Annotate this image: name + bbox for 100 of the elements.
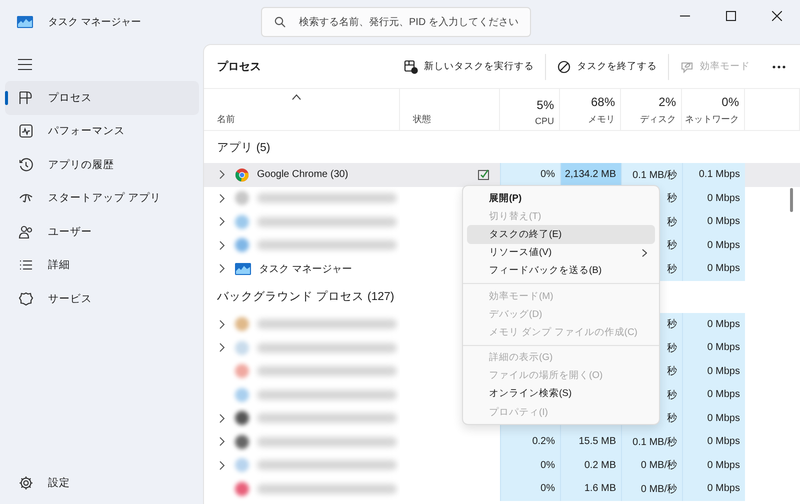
- column-total: 0%: [722, 95, 739, 109]
- sidebar-item[interactable]: パフォーマンス: [5, 114, 199, 148]
- process-name: Google Chrome (30): [257, 169, 348, 180]
- expand-chevron-icon[interactable]: [219, 320, 225, 329]
- column-label: ディスク: [640, 113, 676, 126]
- memory-value: 2,134.2 MB: [564, 169, 616, 180]
- column-label: 名前: [217, 113, 235, 126]
- network-value: 0 Mbps: [707, 483, 740, 494]
- expand-chevron-icon[interactable]: [219, 414, 225, 423]
- menu-item[interactable]: フィードバックを送る(B): [467, 262, 655, 280]
- disk-value: 0 MB/秒: [640, 458, 677, 472]
- search-field[interactable]: 検索する名前、発行元、PID を入力してください: [261, 7, 531, 37]
- disk-value: 秒: [667, 192, 677, 206]
- menu-item[interactable]: オンライン検索(S): [467, 384, 655, 404]
- sidebar-item[interactable]: サービス: [5, 282, 199, 316]
- disk-value: 秒: [667, 216, 677, 229]
- browser-icon: [235, 168, 249, 182]
- more-icon: [772, 64, 786, 68]
- network-value: 0 Mbps: [707, 192, 740, 204]
- menu-item[interactable]: タスクの終了(E): [467, 225, 655, 244]
- disk-value: 秒: [667, 412, 677, 426]
- group-header: アプリ (5): [216, 140, 270, 154]
- column-header[interactable]: 0% ネットワーク: [682, 89, 745, 130]
- new-task-icon: [404, 60, 418, 74]
- network-value: 0 Mbps: [707, 318, 740, 330]
- group-header: バックグラウンド プロセス (127): [216, 289, 394, 304]
- column-total: 68%: [590, 95, 615, 109]
- column-total: 5%: [536, 98, 554, 112]
- network-value: 0 Mbps: [707, 460, 740, 471]
- expand-chevron-icon[interactable]: [219, 194, 225, 203]
- sidebar-item[interactable]: スタートアップ アプリ: [5, 182, 199, 215]
- column-label: ネットワーク: [685, 113, 739, 126]
- disk-value: 秒: [667, 238, 677, 252]
- cpu-value: 0%: [540, 460, 555, 471]
- disk-value: 秒: [667, 388, 677, 402]
- network-value: 0.1 Mbps: [698, 169, 740, 180]
- disk-value: 0 MB/秒: [640, 482, 677, 496]
- menu-item[interactable]: 展開(P): [467, 189, 655, 208]
- memory-value: 15.5 MB: [578, 436, 616, 448]
- expand-chevron-icon[interactable]: [219, 217, 225, 226]
- page-title: プロセス: [217, 60, 261, 74]
- expand-chevron-icon[interactable]: [219, 264, 225, 274]
- leaf-chat-icon: [680, 60, 694, 74]
- menu-item[interactable]: リソース値(V): [467, 244, 655, 262]
- cpu-value: 0.2%: [532, 436, 555, 448]
- network-value: 0 Mbps: [707, 342, 740, 354]
- processes-icon: [18, 90, 34, 106]
- window-title: タスク マネージャー: [48, 16, 142, 29]
- scrollbar-thumb[interactable]: [790, 188, 793, 212]
- cpu-value: 0%: [540, 169, 555, 180]
- end-task-icon: [557, 60, 571, 74]
- maximize-icon: [726, 11, 736, 21]
- pulse-chart-icon: [18, 123, 34, 140]
- column-header[interactable]: 名前: [204, 89, 400, 130]
- column-label: メモリ: [588, 113, 615, 126]
- expand-chevron-icon[interactable]: [219, 240, 225, 250]
- memory-value: 0.2 MB: [584, 460, 616, 471]
- sidebar-item[interactable]: 詳細: [5, 248, 199, 282]
- column-header[interactable]: 状態: [400, 89, 500, 130]
- disk-value: 秒: [667, 364, 677, 378]
- app-icon: [17, 16, 33, 28]
- minimize-icon: [680, 15, 690, 17]
- cpu-value: 0%: [540, 483, 555, 494]
- column-header[interactable]: 2% ディスク: [621, 89, 682, 130]
- disk-value: 0.1 MB/秒: [632, 168, 677, 182]
- column-header[interactable]: 5% CPU: [500, 89, 560, 130]
- network-value: 0 Mbps: [707, 240, 740, 251]
- disk-value: 秒: [667, 262, 677, 276]
- menu-icon: [18, 58, 32, 70]
- clock-icon: [18, 156, 34, 173]
- network-value: 0 Mbps: [707, 216, 740, 228]
- expand-chevron-icon[interactable]: [219, 170, 225, 180]
- sidebar-item[interactable]: プロセス: [5, 81, 199, 114]
- network-value: 0 Mbps: [707, 263, 740, 274]
- sidebar-item[interactable]: アプリの履歴: [5, 148, 199, 182]
- search-icon: [274, 16, 286, 28]
- column-header[interactable]: 68% メモリ: [560, 89, 621, 130]
- expand-chevron-icon[interactable]: [219, 437, 225, 446]
- settings-icon: [18, 475, 34, 492]
- network-value: 0 Mbps: [707, 412, 740, 424]
- column-label: CPU: [534, 116, 554, 126]
- disk-value: 秒: [667, 342, 677, 355]
- disk-value: 0.1 MB/秒: [632, 436, 677, 449]
- disk-value: 秒: [667, 318, 677, 332]
- sidebar-item[interactable]: ユーザー: [5, 215, 199, 248]
- network-value: 0 Mbps: [707, 389, 740, 400]
- memory-value: 1.6 MB: [584, 483, 616, 494]
- toolbar-button[interactable]: タスクを終了する: [549, 54, 665, 80]
- expand-chevron-icon[interactable]: [219, 460, 225, 470]
- settings-item[interactable]: 設定: [5, 466, 199, 500]
- app-icon: [235, 262, 251, 275]
- close-icon: [772, 11, 782, 21]
- network-value: 0 Mbps: [707, 366, 740, 377]
- toolbar-button[interactable]: 新しいタスクを実行する: [396, 54, 542, 80]
- network-value: 0 Mbps: [707, 436, 740, 448]
- sort-caret-icon: [292, 94, 301, 100]
- users-icon: [18, 224, 34, 240]
- expand-chevron-icon[interactable]: [219, 343, 225, 352]
- column-label: 状態: [413, 113, 431, 126]
- process-name: タスク マネージャー: [259, 262, 352, 276]
